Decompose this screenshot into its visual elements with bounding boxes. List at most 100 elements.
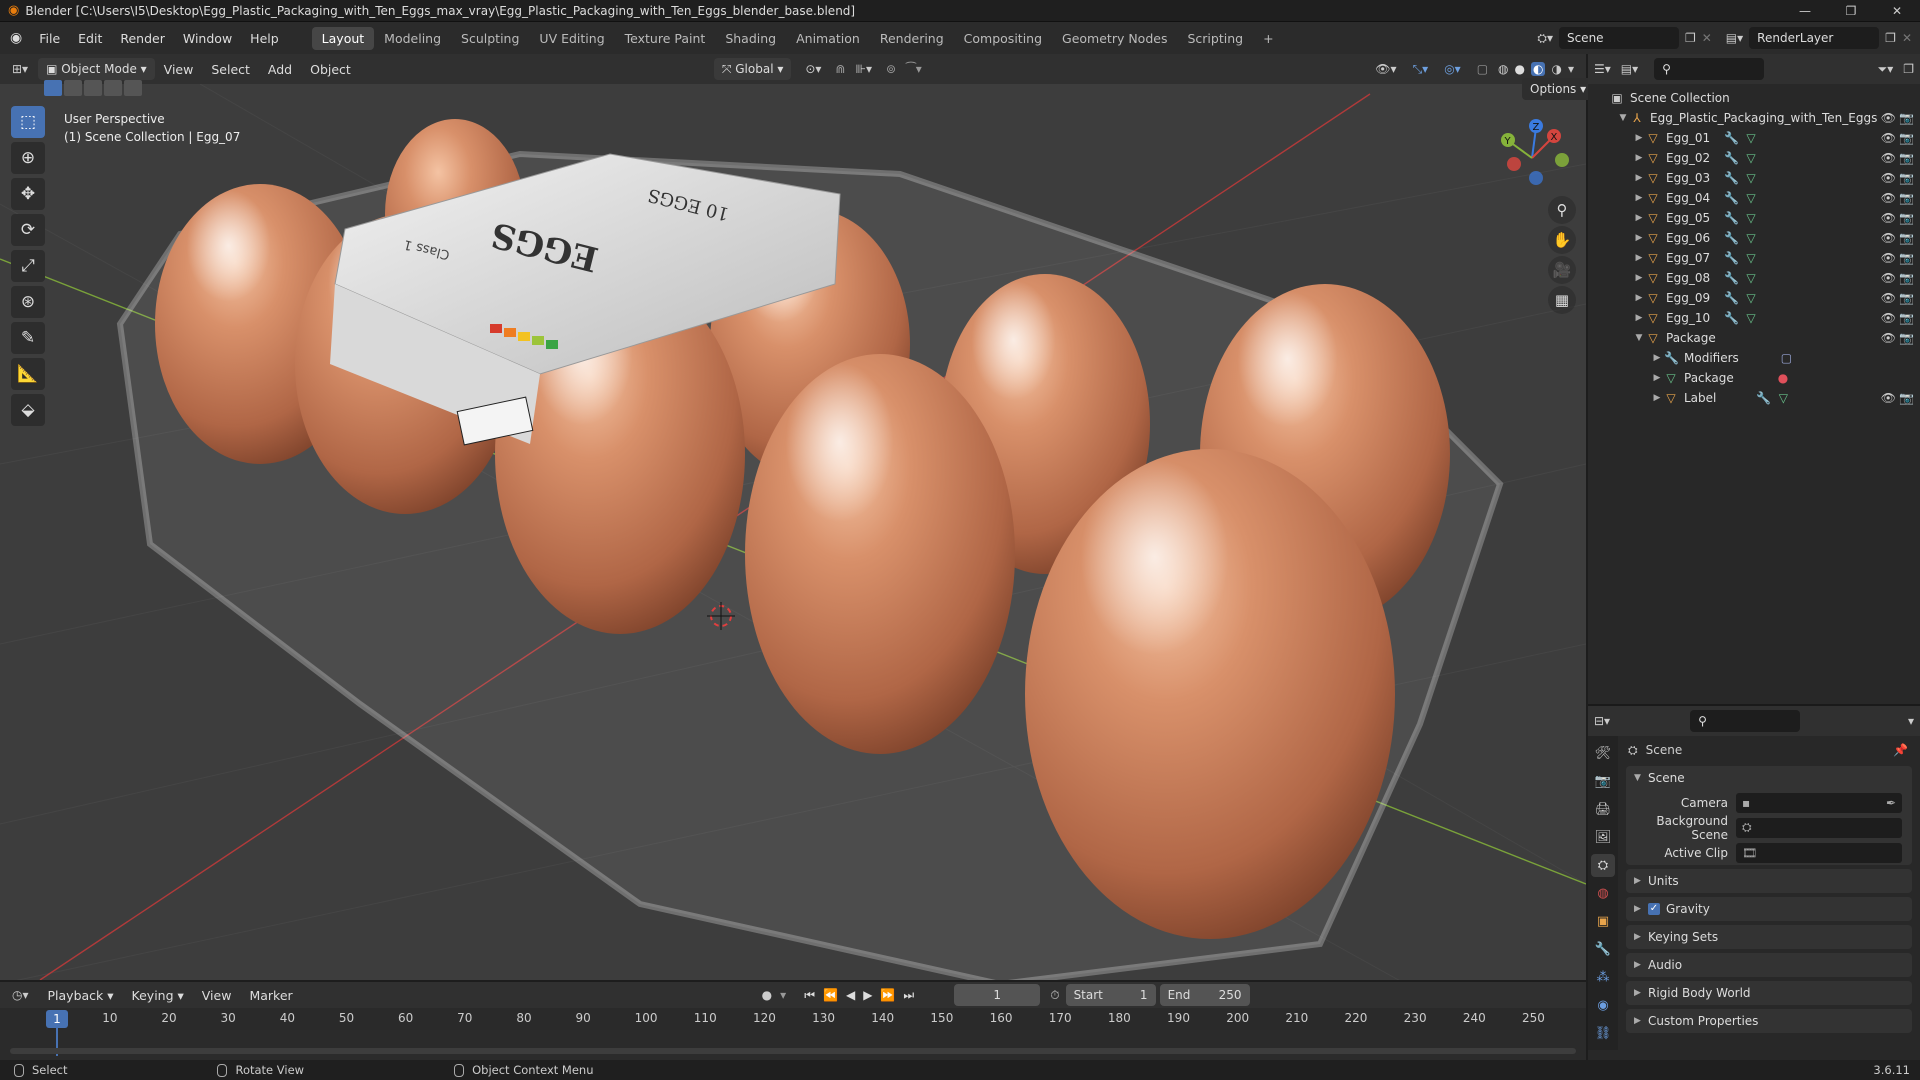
eye-icon[interactable]: 👁 [1881,171,1896,185]
shading-rendered-icon[interactable]: ◑ [1551,62,1561,76]
new-scene-icon[interactable]: ❐ [1685,31,1696,45]
proportional-editing-icon[interactable]: ⊚ [886,62,896,76]
properties-options-icon[interactable]: ▾ [1908,714,1914,728]
scene-tab-icon[interactable]: ⛭ [1591,854,1615,877]
select-mode-invert-icon[interactable] [104,80,122,96]
select-mode-subtract-icon[interactable] [84,80,102,96]
xray-toggle-icon[interactable]: ▢ [1477,62,1488,76]
zoom-icon[interactable]: ⚲ [1548,196,1576,224]
properties-search-input[interactable]: ⚲ [1690,710,1801,732]
workspace-tab-modeling[interactable]: Modeling [374,27,451,50]
viewport-menu-object[interactable]: Object [301,62,360,77]
render-camera-icon[interactable]: 📷 [1899,291,1914,305]
end-frame-field[interactable]: End 250 [1159,984,1250,1006]
outliner-editor-icon[interactable]: ☰▾ [1594,62,1611,76]
add-workspace-button[interactable]: + [1253,27,1283,50]
render-camera-icon[interactable]: 📷 [1899,131,1914,145]
outliner-row-egg[interactable]: ▶ ▽ Egg_07 🔧 ▽ 👁 📷 [1588,248,1920,268]
play-icon[interactable]: ▶ [863,988,872,1002]
outliner-row-egg[interactable]: ▶ ▽ Egg_06 🔧 ▽ 👁 📷 [1588,228,1920,248]
collapse-arrow-icon[interactable]: ▶ [1632,293,1646,303]
view-layer-selector[interactable]: RenderLayer [1749,27,1880,49]
jump-end-icon[interactable]: ⏭ [903,988,914,1003]
ortho-grid-icon[interactable]: ▦ [1548,286,1576,314]
render-camera-icon[interactable]: 📷 [1899,231,1914,245]
stopwatch-icon[interactable]: ⏱ [1050,988,1059,1003]
jump-start-icon[interactable]: ⏮ [804,988,815,1003]
constraints-tab-icon[interactable]: ⛓ [1591,1022,1615,1045]
menu-edit[interactable]: Edit [69,31,111,46]
tool-tab-icon[interactable]: 🛠 [1591,742,1615,765]
collapse-arrow-icon[interactable]: ▶ [1632,273,1646,283]
eye-icon[interactable]: 👁 [1881,331,1896,345]
timeline-ruler[interactable]: 1102030405060708090100110120130140150160… [0,1008,1586,1030]
scene-panel-header[interactable]: ▼ Scene [1626,766,1912,790]
outliner-row-egg[interactable]: ▶ ▽ Egg_05 🔧 ▽ 👁 📷 [1588,208,1920,228]
eye-icon[interactable]: 👁 [1881,191,1896,205]
render-camera-icon[interactable]: 📷 [1899,171,1914,185]
collapse-arrow-icon[interactable]: ▶ [1632,153,1646,163]
view-layer-icon[interactable]: ▤▾ [1726,31,1743,45]
collection-row[interactable]: ▼ ⅄ Egg_Plastic_Packaging_with_Ten_Eggs 👁 📷 [1588,108,1920,128]
output-tab-icon[interactable]: 🖨 [1591,798,1615,821]
workspace-tab-uv-editing[interactable]: UV Editing [529,27,614,50]
physics-tab-icon[interactable]: ◉ [1591,994,1615,1017]
rotate-tool[interactable]: ⟳ [11,214,45,246]
current-frame-field[interactable]: 1 [954,984,1041,1006]
collapse-arrow-icon[interactable]: ▶ [1632,233,1646,243]
render-camera-icon[interactable]: 📷 [1899,191,1914,205]
collapse-arrow-icon[interactable]: ▶ [1632,133,1646,143]
select-box-tool[interactable]: ⬚ [11,106,45,138]
annotate-tool[interactable]: ✎ [11,322,45,354]
expand-arrow-icon[interactable]: ▼ [1616,113,1630,123]
keying-set-dropdown-icon[interactable]: ▾ [780,988,786,1002]
transform-tool[interactable]: ⊛ [11,286,45,318]
playhead[interactable]: 1 [46,1010,68,1028]
object-tab-icon[interactable]: ▣ [1591,910,1615,933]
custom-properties-panel[interactable]: ▶ Custom Properties [1626,1009,1912,1033]
snap-icon[interactable]: ⋒ [835,62,845,76]
collapse-arrow-icon[interactable]: ▶ [1632,313,1646,323]
delete-scene-icon[interactable]: ✕ [1702,31,1712,45]
render-camera-icon[interactable]: 📷 [1899,251,1914,265]
select-mode-intersect-icon[interactable] [124,80,142,96]
pin-icon[interactable]: 📌 [1893,743,1908,757]
gravity-panel[interactable]: ▶ ✓ Gravity [1626,897,1912,921]
select-mode-extend-icon[interactable] [64,80,82,96]
filter-icon[interactable]: ⏷▾ [1878,62,1894,77]
move-tool[interactable]: ✥ [11,178,45,210]
outliner-row-package[interactable]: ▼ ▽ Package 👁 📷 [1588,328,1920,348]
menu-file[interactable]: File [30,31,69,46]
menu-render[interactable]: Render [111,31,174,46]
blender-menu-icon[interactable]: ◉ [10,30,22,46]
eye-icon[interactable]: 👁 [1881,251,1896,265]
maximize-button[interactable]: ❐ [1828,0,1874,22]
eye-icon[interactable]: 👁 [1881,151,1896,165]
collapse-arrow-icon[interactable]: ▶ [1632,213,1646,223]
delete-view-layer-icon[interactable]: ✕ [1902,31,1912,45]
particles-tab-icon[interactable]: ⁂ [1591,966,1615,989]
auto-keying-icon[interactable]: ● [762,988,772,1002]
minimize-button[interactable]: — [1782,0,1828,22]
rigid-body-world-panel[interactable]: ▶ Rigid Body World [1626,981,1912,1005]
gravity-checkbox[interactable]: ✓ [1648,903,1660,915]
eye-icon[interactable]: 👁 [1881,271,1896,285]
new-view-layer-icon[interactable]: ❐ [1885,31,1896,45]
workspace-tab-animation[interactable]: Animation [786,27,870,50]
view-layer-tab-icon[interactable]: 🖼 [1591,826,1615,849]
camera-field[interactable]: ▪ ✒ [1736,792,1902,813]
outliner-search-input[interactable]: ⚲ [1654,58,1765,80]
render-camera-icon[interactable]: 📷 [1899,111,1914,125]
render-camera-icon[interactable]: 📷 [1899,151,1914,165]
viewport-options-dropdown[interactable]: Options ▾ [1522,78,1595,100]
scale-tool[interactable]: ⤢ [11,250,45,282]
outliner-row-egg[interactable]: ▶ ▽ Egg_02 🔧 ▽ 👁 📷 [1588,148,1920,168]
collapse-arrow-icon[interactable]: ▶ [1650,353,1664,363]
timeline-menu-view[interactable]: View [193,988,241,1003]
render-camera-icon[interactable]: 📷 [1899,211,1914,225]
workspace-tab-rendering[interactable]: Rendering [870,27,954,50]
audio-panel[interactable]: ▶ Audio [1626,953,1912,977]
viewport-menu-view[interactable]: View [155,62,203,77]
editor-type-icon[interactable]: ⊞▾ [12,62,28,76]
gizmo-toggle-icon[interactable]: ⤡▾ [1413,62,1429,77]
